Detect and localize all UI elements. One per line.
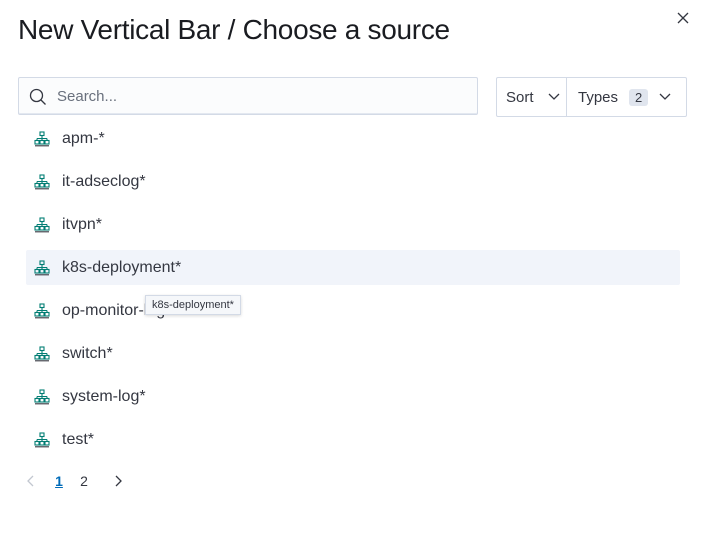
types-label: Types [578, 88, 619, 106]
list-item-label: k8s-deployment* [62, 258, 182, 276]
list-item-label: itvpn* [62, 215, 103, 233]
list-item-label: it-adseclog* [62, 172, 146, 190]
index-pattern-icon [34, 431, 50, 448]
list-item[interactable]: itvpn* [26, 207, 680, 242]
index-pattern-icon [34, 302, 50, 319]
sort-label: Sort [506, 88, 534, 106]
sort-button[interactable]: Sort [497, 78, 567, 116]
close-button[interactable] [674, 9, 692, 27]
list-item-label: switch* [62, 344, 113, 362]
index-pattern-icon [34, 173, 50, 190]
modal-title: New Vertical Bar / Choose a source [18, 14, 450, 45]
index-pattern-icon [34, 259, 50, 276]
index-pattern-icon [34, 216, 50, 233]
list-item[interactable]: test* [26, 422, 680, 457]
list-item[interactable]: system-log* [26, 379, 680, 414]
close-icon [677, 12, 689, 24]
next-page-button[interactable] [111, 473, 127, 489]
source-list: apm-* it-adseclog* itvpn* k8s-deployment* op… [26, 121, 680, 465]
list-item[interactable]: switch* [26, 336, 680, 371]
pagination: 1 2 [22, 470, 127, 492]
list-item[interactable]: k8s-deployment* [26, 250, 680, 285]
search-field[interactable] [18, 77, 478, 115]
item-tooltip: k8s-deployment* [145, 295, 241, 315]
index-pattern-icon [34, 345, 50, 362]
chevron-right-icon [115, 475, 122, 487]
page-2-button[interactable]: 2 [76, 473, 92, 489]
filter-group: Sort Types 2 [496, 77, 687, 117]
search-input[interactable] [57, 78, 467, 114]
index-pattern-icon [34, 388, 50, 405]
index-pattern-icon [34, 130, 50, 147]
list-item[interactable]: it-adseclog* [26, 164, 680, 199]
chevron-down-icon [548, 93, 559, 100]
search-icon [29, 88, 46, 105]
chevron-down-icon [659, 93, 671, 100]
previous-page-button [22, 473, 38, 489]
chevron-left-icon [27, 475, 34, 487]
list-item-label: system-log* [62, 387, 146, 405]
types-filter-button[interactable]: Types 2 [567, 78, 686, 116]
list-item-label: test* [62, 430, 95, 448]
types-count-badge: 2 [629, 88, 649, 106]
list-item[interactable]: op-monitor-login [26, 293, 680, 328]
list-item[interactable]: apm-* [26, 121, 680, 156]
choose-source-modal: New Vertical Bar / Choose a source Sort … [0, 0, 706, 556]
list-item-label: apm-* [62, 129, 105, 147]
page-1-button[interactable]: 1 [51, 473, 67, 489]
